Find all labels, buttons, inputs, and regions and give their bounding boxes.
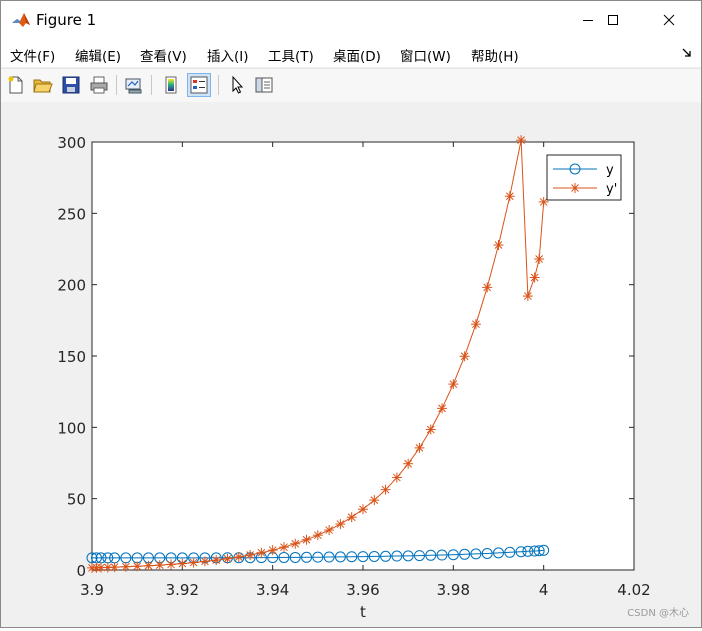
window-title: Figure 1 — [36, 11, 97, 29]
link-plot-icon — [125, 78, 142, 94]
open-file-button[interactable] — [31, 73, 55, 97]
property-inspector-icon — [255, 77, 273, 93]
maximize-button[interactable] — [590, 1, 636, 39]
x-tick-label: 3.96 — [346, 581, 379, 599]
close-button[interactable] — [646, 1, 692, 39]
data-point-yprime — [312, 530, 323, 541]
y-tick-label: 250 — [57, 205, 86, 223]
data-point-yprime — [425, 424, 436, 435]
new-figure-icon — [8, 76, 23, 94]
data-point-yprime — [233, 552, 244, 563]
data-point-yprime — [437, 403, 448, 414]
x-axis-label: t — [360, 603, 366, 621]
toolbar-separator — [218, 75, 219, 95]
x-tick-label: 4.02 — [617, 581, 650, 599]
x-tick-label: 3.9 — [80, 581, 104, 599]
legend-marker-yprime — [570, 183, 580, 193]
legend-label-yprime: y' — [606, 182, 617, 197]
plot-axes[interactable]: 3.9 3.92 3.94 3.96 3.98 4 4.02 0 50 100 150 200 250 3… — [1, 102, 701, 627]
data-point-yprime — [534, 253, 545, 264]
edit-plot-button[interactable] — [225, 73, 249, 97]
figure-canvas[interactable]: 3.9 3.92 3.94 3.96 3.98 4 4.02 0 50 100 150 200 250 3… — [1, 102, 701, 627]
menu-insert[interactable]: 插入(I) — [207, 45, 249, 65]
menu-tools[interactable]: 工具(T) — [268, 45, 314, 65]
data-point-yprime — [324, 525, 335, 536]
toolbar-separator — [151, 75, 152, 95]
open-folder-icon — [33, 79, 53, 93]
y-tick-label: 0 — [76, 562, 86, 580]
data-point-yprime — [403, 458, 414, 469]
legend[interactable]: y y' — [546, 154, 622, 201]
menu-bar: 文件(F) 编辑(E) 查看(V) 插入(I) 工具(T) 桌面(D) 窗口(W… — [1, 39, 701, 67]
data-point-yprime — [278, 542, 289, 553]
y-tick-label: 200 — [57, 277, 86, 295]
data-point-yprime — [380, 484, 391, 495]
data-point-yprime — [470, 319, 481, 330]
insert-colorbar-button[interactable] — [159, 73, 183, 97]
property-inspector-button[interactable] — [252, 73, 276, 97]
x-tick-label: 3.94 — [256, 581, 289, 599]
watermark: CSDN @木心 — [627, 608, 689, 619]
figure-toolbar — [1, 68, 701, 103]
y-tick-label: 100 — [57, 419, 86, 437]
data-point-yprime — [369, 495, 380, 506]
colorbar-icon — [165, 76, 177, 94]
print-icon — [90, 76, 108, 94]
dock-figure-icon[interactable] — [681, 47, 693, 59]
title-bar[interactable]: Figure 1 — [1, 1, 701, 39]
save-button[interactable] — [59, 73, 83, 97]
print-button[interactable] — [87, 73, 111, 97]
new-figure-button[interactable] — [4, 73, 28, 97]
menu-file[interactable]: 文件(F) — [10, 45, 55, 65]
menu-view[interactable]: 查看(V) — [140, 45, 187, 65]
matlab-logo-icon — [11, 10, 31, 30]
data-point-yprime — [211, 555, 222, 566]
data-point-yprime — [459, 351, 470, 362]
data-point-yprime — [516, 135, 527, 146]
menu-window[interactable]: 窗口(W) — [400, 45, 451, 65]
data-point-yprime — [199, 556, 210, 567]
data-point-yprime — [493, 240, 504, 251]
insert-legend-button[interactable] — [187, 73, 211, 97]
link-plot-button[interactable] — [122, 73, 146, 97]
menu-desktop[interactable]: 桌面(D) — [333, 45, 381, 65]
toolbar-separator — [116, 75, 117, 95]
x-tick-label: 3.92 — [166, 581, 199, 599]
figure-window: Figure 1 文件(F) 编辑(E) 查看(V) 插入(I) 工具(T) 桌… — [0, 0, 702, 628]
data-point-yprime — [290, 538, 301, 549]
data-point-yprime — [391, 472, 402, 483]
close-icon — [663, 14, 675, 26]
data-point-yprime — [414, 442, 425, 453]
data-point-yprime — [335, 519, 346, 530]
x-tick-label: 4 — [539, 581, 549, 599]
data-point-yprime — [504, 191, 515, 202]
menu-help[interactable]: 帮助(H) — [471, 45, 519, 65]
save-icon — [62, 76, 80, 94]
x-tick-label: 3.98 — [437, 581, 470, 599]
edit-plot-arrow-icon — [232, 75, 244, 94]
maximize-icon — [608, 15, 618, 25]
y-tick-label: 50 — [67, 491, 86, 509]
y-tick-label: 150 — [57, 348, 86, 366]
legend-icon — [190, 76, 208, 94]
y-tick-label: 300 — [57, 134, 86, 152]
data-point-yprime — [109, 562, 120, 573]
data-point-yprime — [448, 379, 459, 390]
legend-label-y: y — [606, 163, 614, 178]
menu-edit[interactable]: 编辑(E) — [75, 45, 121, 65]
data-point-yprime — [358, 504, 368, 515]
